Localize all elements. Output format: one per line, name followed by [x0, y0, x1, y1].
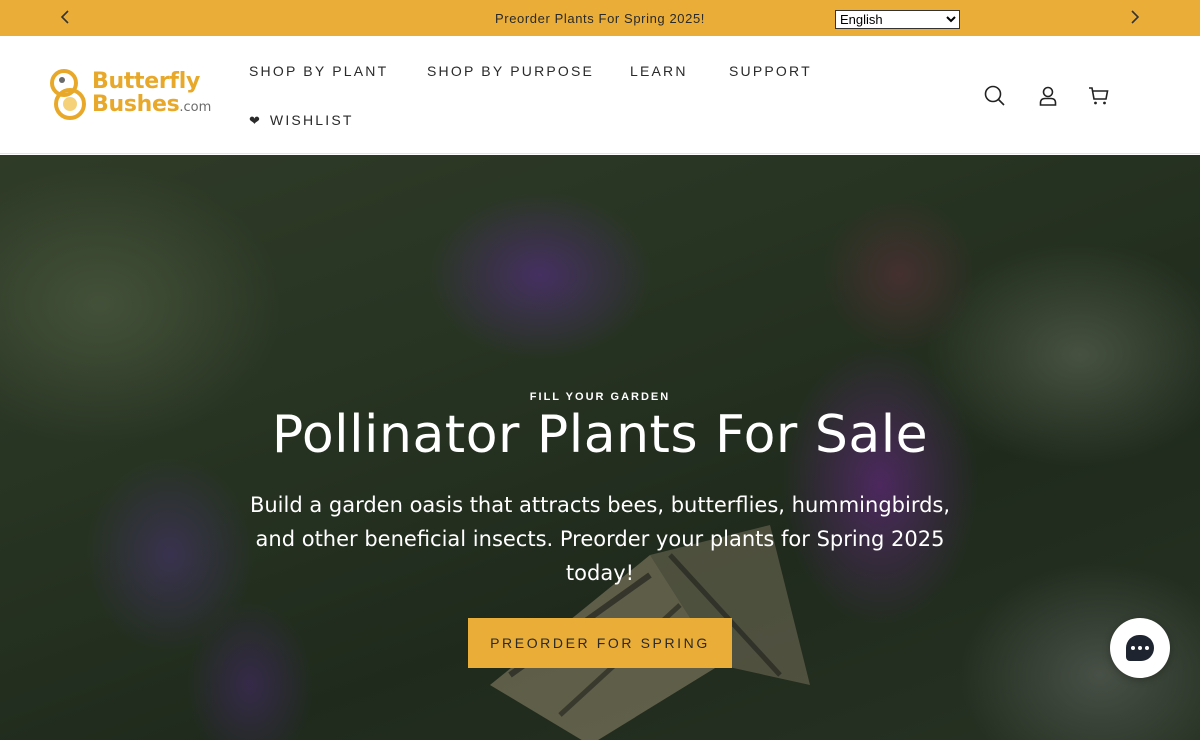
nav-shop-by-plant[interactable]: SHOP BY PLANT	[249, 63, 388, 79]
preorder-button[interactable]: PREORDER FOR SPRING	[468, 618, 732, 668]
nav-wishlist-label: WISHLIST	[269, 112, 354, 128]
nav-wishlist[interactable]: ❤ WISHLIST	[249, 112, 354, 129]
heart-icon: ❤	[249, 113, 260, 128]
hero-subtitle: Build a garden oasis that attracts bees,…	[249, 493, 951, 585]
butterfly-logo-icon	[50, 69, 86, 120]
logo-suffix: .com	[179, 100, 212, 115]
nav-shop-by-purpose[interactable]: SHOP BY PURPOSE	[427, 63, 594, 79]
nav-learn[interactable]: LEARN	[630, 63, 688, 79]
site-logo[interactable]: Butterfly Bushes.com	[48, 68, 213, 122]
hero-eyebrow: FILL YOUR GARDEN	[529, 391, 671, 403]
language-select[interactable]: English	[835, 10, 960, 29]
chat-button[interactable]	[1110, 618, 1170, 678]
search-icon[interactable]	[983, 84, 1007, 108]
hero-content: FILL YOUR GARDEN Pollinator Plants For S…	[0, 155, 1200, 740]
cart-icon[interactable]	[1087, 84, 1111, 108]
hero-banner: FILL YOUR GARDEN Pollinator Plants For S…	[0, 155, 1200, 740]
site-header: Butterfly Bushes.com SHOP BY PLANT SHOP …	[0, 36, 1200, 154]
logo-line1: Butterfly	[92, 69, 200, 94]
nav-support[interactable]: SUPPORT	[729, 63, 812, 79]
chat-icon	[1126, 635, 1154, 661]
hero-title: Pollinator Plants For Sale	[271, 405, 929, 465]
logo-line2-text: Bushes	[92, 92, 180, 117]
chevron-right-icon[interactable]	[1125, 7, 1145, 27]
account-icon[interactable]	[1036, 84, 1060, 108]
logo-line2: Bushes.com	[92, 94, 211, 119]
announcement-message: Preorder Plants For Spring 2025!	[495, 11, 705, 26]
announcement-bar: Preorder Plants For Spring 2025! English	[0, 0, 1200, 36]
